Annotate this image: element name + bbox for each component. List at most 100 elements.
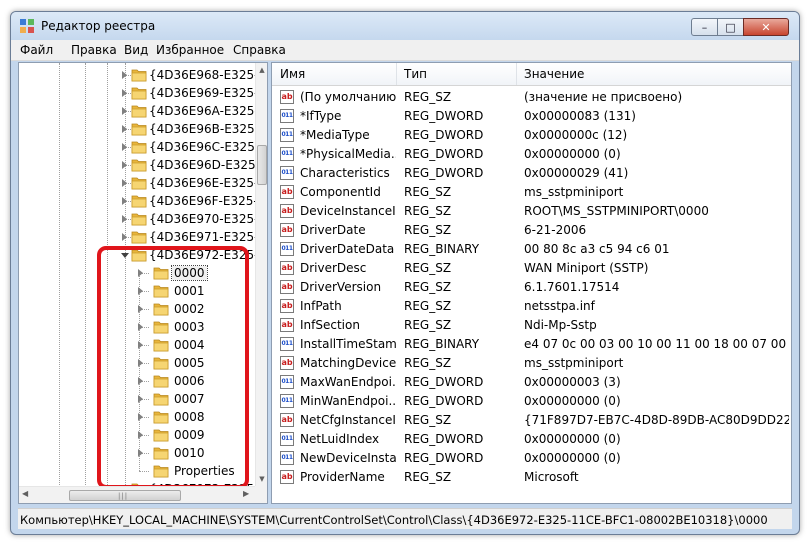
string-value-icon: ab: [280, 470, 294, 484]
value-name: *MediaType: [300, 128, 370, 142]
value-row[interactable]: 011 *IfType REG_DWORD 0x00000083 (131): [272, 107, 791, 126]
tree-item[interactable]: {4D36E96F-E325-11C: [19, 192, 267, 210]
expand-arrow-icon[interactable]: [122, 215, 127, 223]
value-data: 0x0000000c (12): [524, 128, 628, 142]
expand-arrow-icon[interactable]: [122, 107, 127, 115]
tree-item[interactable]: {4D36E96A-E325-11C: [19, 102, 267, 120]
string-value-icon: ab: [280, 261, 294, 275]
value-row[interactable]: 011 Characteristics REG_DWORD 0x00000029 (4…: [272, 164, 791, 183]
scroll-down-arrow[interactable]: ▼: [256, 473, 267, 485]
column-header-type[interactable]: Тип: [404, 67, 427, 81]
tree-item[interactable]: {4D36E970-E325-11C: [19, 210, 267, 228]
value-type: REG_SZ: [404, 261, 452, 275]
value-name: *IfType: [300, 109, 342, 123]
menu-edit[interactable]: Правка: [71, 43, 117, 57]
tree-item[interactable]: {4D36E969-E325-11C: [19, 84, 267, 102]
value-row[interactable]: ab DriverDesc REG_SZ WAN Miniport (SSTP): [272, 259, 791, 278]
title-bar[interactable]: Редактор реестра – □ ✕: [11, 12, 799, 40]
expand-arrow-icon[interactable]: [122, 143, 127, 151]
expand-arrow-icon[interactable]: [122, 125, 127, 133]
value-row[interactable]: 011 MinWanEndpoi... REG_DWORD 0x00000000 (0…: [272, 392, 791, 411]
binary-value-icon: 011: [280, 147, 294, 161]
value-row[interactable]: 011 NewDeviceInstall REG_DWORD 0x00000000 (…: [272, 449, 791, 468]
value-row[interactable]: 011 *PhysicalMedia... REG_DWORD 0x00000000 …: [272, 145, 791, 164]
menu-help[interactable]: Справка: [233, 43, 286, 57]
menu-view[interactable]: Вид: [124, 43, 148, 57]
string-value-icon: ab: [280, 413, 294, 427]
value-name: MatchingDeviceId: [300, 356, 396, 370]
folder-icon: [131, 87, 147, 100]
menu-file[interactable]: Файл: [20, 43, 53, 57]
expand-arrow-icon[interactable]: [122, 233, 127, 241]
tree-item[interactable]: {4D36E968-E325-11C: [19, 66, 267, 84]
value-row[interactable]: 011 NetLuidIndex REG_DWORD 0x00000000 (0): [272, 430, 791, 449]
tree-vertical-scrollbar[interactable]: ▲ ▼: [255, 63, 267, 486]
value-row[interactable]: 011 DriverDateData REG_BINARY 00 80 8c a3 c…: [272, 240, 791, 259]
value-name: (По умолчанию): [300, 90, 396, 104]
minimize-button[interactable]: –: [691, 18, 718, 36]
value-row[interactable]: ab ComponentId REG_SZ ms_sstpminiport: [272, 183, 791, 202]
binary-value-icon: 011: [280, 451, 294, 465]
value-type: REG_SZ: [404, 223, 452, 237]
string-value-icon: ab: [280, 185, 294, 199]
value-data: 0x00000003 (3): [524, 375, 621, 389]
value-row[interactable]: 011 *MediaType REG_DWORD 0x0000000c (12): [272, 126, 791, 145]
scroll-left-arrow[interactable]: ◀: [22, 489, 28, 498]
value-type: REG_DWORD: [404, 375, 484, 389]
value-row[interactable]: ab InfSection REG_SZ Ndi-Mp-Sstp: [272, 316, 791, 335]
expand-arrow-icon[interactable]: [122, 71, 127, 79]
value-row[interactable]: ab InfPath REG_SZ netsstpa.inf: [272, 297, 791, 316]
value-row[interactable]: ab ProviderName REG_SZ Microsoft: [272, 468, 791, 487]
tree-item-label: {4D36E969-E325-11C: [149, 86, 267, 100]
value-data: 0x00000083 (131): [524, 109, 636, 123]
string-value-icon: ab: [280, 90, 294, 104]
value-row[interactable]: ab NetCfgInstanceId REG_SZ {71F897D7-EB7C-4…: [272, 411, 791, 430]
value-row[interactable]: 011 MaxWanEndpoi... REG_DWORD 0x00000003 (3…: [272, 373, 791, 392]
value-row[interactable]: ab DriverVersion REG_SZ 6.1.7601.17514: [272, 278, 791, 297]
tree-horizontal-scrollbar[interactable]: ◀ ||| ▶: [19, 486, 255, 503]
value-row[interactable]: 011 InstallTimeStamp REG_BINARY e4 07 0c 00…: [272, 335, 791, 354]
value-name: NetLuidIndex: [300, 432, 380, 446]
expand-arrow-icon[interactable]: [122, 89, 127, 97]
value-data: 6-21-2006: [524, 223, 587, 237]
value-row[interactable]: ab (По умолчанию) REG_SZ (значение не присв…: [272, 88, 791, 107]
value-type: REG_SZ: [404, 299, 452, 313]
value-type: REG_BINARY: [404, 337, 480, 351]
expand-arrow-icon[interactable]: [122, 161, 127, 169]
scroll-right-arrow[interactable]: ▶: [243, 489, 249, 498]
binary-value-icon: 011: [280, 394, 294, 408]
value-name: DriverDateData: [300, 242, 395, 256]
expand-arrow-icon[interactable]: [122, 197, 127, 205]
tree-item[interactable]: {4D36E96E-E325-11C: [19, 174, 267, 192]
value-data: 0x00000000 (0): [524, 394, 621, 408]
status-bar: Компьютер\HKEY_LOCAL_MACHINE\SYSTEM\Curr…: [18, 508, 792, 529]
value-name: Characteristics: [300, 166, 390, 180]
value-name: MaxWanEndpoi...: [300, 375, 396, 389]
tree-item[interactable]: {4D36E971-E325-11C: [19, 228, 267, 246]
value-name: DriverDate: [300, 223, 366, 237]
value-row[interactable]: ab MatchingDeviceId REG_SZ ms_sstpminiport: [272, 354, 791, 373]
value-row[interactable]: ab DeviceInstanceID REG_SZ ROOT\MS_SSTPMINI…: [272, 202, 791, 221]
maximize-button[interactable]: □: [717, 18, 744, 36]
values-list-pane[interactable]: Имя Тип Значение ab (По умолчанию) REG_SZ (…: [271, 62, 792, 504]
key-tree-pane[interactable]: {4D36E968-E325-11C {4D36E969-E325-11C {4D3…: [18, 62, 268, 504]
tree-scroll-thumb[interactable]: [257, 145, 267, 185]
binary-value-icon: 011: [280, 375, 294, 389]
expand-arrow-icon[interactable]: [122, 179, 127, 187]
value-name: DeviceInstanceID: [300, 204, 396, 218]
tree-item[interactable]: {4D36E96B-E325-11C: [19, 120, 267, 138]
tree-item[interactable]: {4D36E96C-E325-11C: [19, 138, 267, 156]
column-header-data[interactable]: Значение: [524, 67, 584, 81]
tree-item[interactable]: {4D36E96D-E325-11C: [19, 156, 267, 174]
value-type: REG_SZ: [404, 90, 452, 104]
menu-favorites[interactable]: Избранное: [156, 43, 224, 57]
value-type: REG_DWORD: [404, 451, 484, 465]
value-row[interactable]: ab DriverDate REG_SZ 6-21-2006: [272, 221, 791, 240]
close-button[interactable]: ✕: [743, 18, 789, 36]
binary-value-icon: 011: [280, 432, 294, 446]
string-value-icon: ab: [280, 318, 294, 332]
tree-item-label: {4D36E970-E325-11C: [149, 212, 267, 226]
column-header-name[interactable]: Имя: [280, 67, 305, 81]
tree-item-label: {4D36E96A-E325-11C: [149, 104, 267, 118]
scroll-up-arrow[interactable]: ▲: [256, 64, 267, 76]
